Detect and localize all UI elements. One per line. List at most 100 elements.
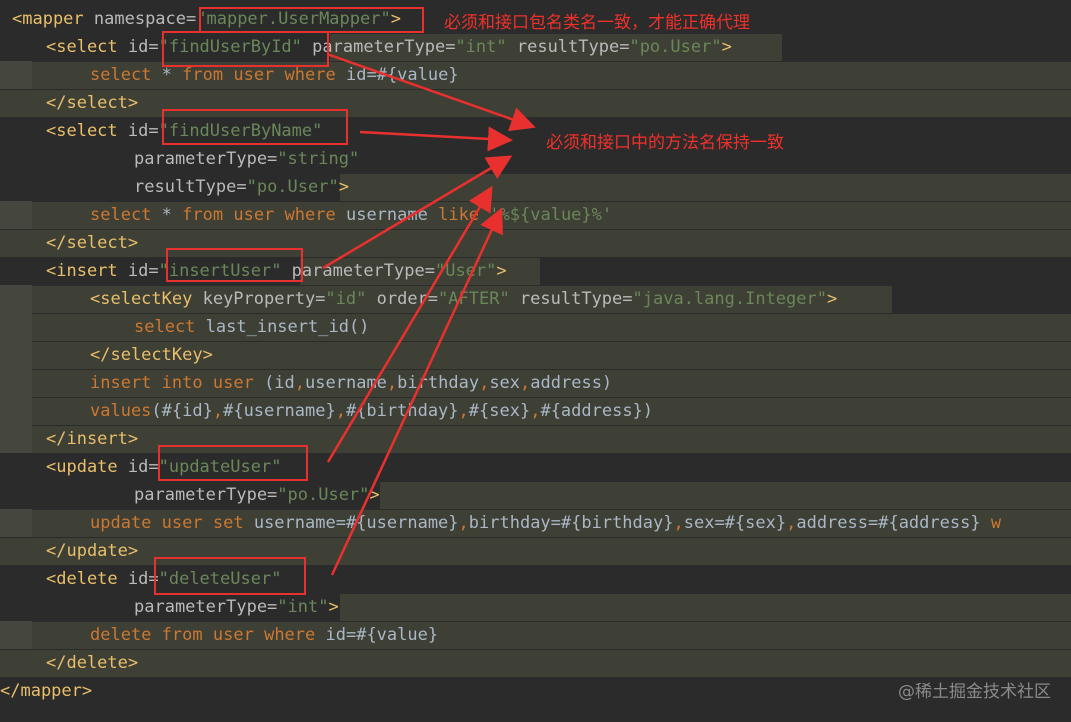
token: "int" bbox=[455, 37, 507, 57]
token: <update bbox=[46, 457, 118, 477]
token: last_insert_id() bbox=[195, 317, 370, 337]
code-line[interactable]: <selectKey keyProperty="id" order="AFTER… bbox=[0, 285, 1071, 313]
code-line[interactable]: <select id="findUserByName" bbox=[0, 117, 1071, 145]
line-highlight bbox=[340, 594, 1071, 621]
method-name-annotation: 必须和接口中的方法名保持一致 bbox=[546, 133, 784, 153]
token: , bbox=[335, 401, 346, 421]
code-line[interactable]: values(#{id},#{username},#{birthday},#{s… bbox=[0, 397, 1071, 425]
indent-guide bbox=[0, 285, 32, 313]
line-highlight bbox=[380, 482, 1071, 509]
token: like bbox=[438, 205, 480, 225]
token: parameterType= bbox=[134, 485, 278, 505]
token: "java.lang.Integer" bbox=[632, 289, 827, 309]
token: from bbox=[182, 205, 224, 225]
code-text: parameterType="int"> bbox=[134, 593, 339, 621]
indent-guide bbox=[0, 509, 32, 537]
token: into bbox=[161, 373, 203, 393]
token: , bbox=[479, 373, 490, 393]
delete-user-box bbox=[154, 557, 306, 595]
token: id= bbox=[117, 457, 159, 477]
line-highlight bbox=[0, 650, 1071, 677]
token: id= bbox=[117, 569, 159, 589]
token: address=#{address} bbox=[796, 513, 981, 533]
token: > bbox=[369, 485, 380, 505]
code-text: select last_insert_id() bbox=[134, 313, 369, 341]
token: user bbox=[233, 65, 275, 85]
indent-guide bbox=[0, 313, 32, 341]
token: keyProperty= bbox=[192, 289, 326, 309]
indent-guide bbox=[0, 341, 32, 369]
token: sex bbox=[489, 373, 521, 393]
code-line[interactable]: update user set username=#{username},bir… bbox=[0, 509, 1071, 537]
code-text: update user set username=#{username},bir… bbox=[90, 509, 1001, 537]
token: "id" bbox=[325, 289, 367, 309]
token: </update> bbox=[46, 541, 139, 561]
code-line[interactable]: </selectKey> bbox=[0, 341, 1071, 369]
token: "po.User" bbox=[246, 177, 339, 197]
token: user bbox=[233, 205, 275, 225]
token: > bbox=[328, 597, 339, 617]
code-line[interactable]: </delete> bbox=[0, 649, 1071, 677]
code-line[interactable]: select * from user where id=#{value} bbox=[0, 61, 1071, 89]
code-text: parameterType="po.User"> bbox=[134, 481, 380, 509]
token: delete bbox=[90, 625, 152, 645]
line-highlight bbox=[0, 90, 1071, 117]
code-line[interactable]: </select> bbox=[0, 229, 1071, 257]
token: #{address}) bbox=[540, 401, 654, 421]
token: #{birthday} bbox=[345, 401, 459, 421]
code-line[interactable]: select * from user where username like '… bbox=[0, 201, 1071, 229]
token: parameterType= bbox=[281, 261, 435, 281]
token: values bbox=[90, 401, 152, 421]
token: #{sex} bbox=[468, 401, 531, 421]
token: </insert> bbox=[46, 429, 139, 449]
find-user-by-name-box bbox=[162, 109, 348, 145]
token: "po.User" bbox=[629, 37, 722, 57]
token: </select> bbox=[46, 93, 139, 113]
token: id= bbox=[117, 37, 159, 57]
token: sex=#{sex} bbox=[683, 513, 787, 533]
token: birthday bbox=[397, 373, 480, 393]
token: "int" bbox=[277, 597, 329, 617]
token: user bbox=[161, 513, 203, 533]
watermark: @稀土掘金技术社区 bbox=[898, 682, 1051, 702]
token: , bbox=[520, 373, 531, 393]
token: , bbox=[386, 373, 398, 393]
code-line[interactable]: <insert id="insertUser" parameterType="U… bbox=[0, 257, 1071, 285]
code-text: </mapper> bbox=[0, 677, 92, 705]
code-text: <selectKey keyProperty="id" order="AFTER… bbox=[90, 285, 837, 313]
code-line[interactable]: <select id="findUserById" parameterType=… bbox=[0, 33, 1071, 61]
token: id= bbox=[117, 261, 159, 281]
code-line[interactable]: </select> bbox=[0, 89, 1071, 117]
token: * bbox=[151, 65, 183, 85]
token: , bbox=[458, 401, 469, 421]
code-line[interactable]: delete from user where id=#{value} bbox=[0, 621, 1071, 649]
code-line[interactable]: insert into user (id,username,birthday,s… bbox=[0, 369, 1071, 397]
token: username bbox=[335, 205, 439, 225]
indent-guide bbox=[0, 369, 32, 397]
token: username bbox=[305, 373, 387, 393]
indent-guide bbox=[0, 621, 32, 649]
indent-guide bbox=[0, 201, 32, 229]
token: </delete> bbox=[46, 653, 139, 673]
code-line[interactable]: parameterType="string" bbox=[0, 145, 1071, 173]
token: user bbox=[212, 373, 254, 393]
token: where bbox=[284, 65, 336, 85]
code-line[interactable]: parameterType="int"> bbox=[0, 593, 1071, 621]
code-editor[interactable]: <mapper namespace="mapper.UserMapper"> <s… bbox=[0, 0, 1071, 722]
token: * bbox=[151, 205, 183, 225]
code-line[interactable]: select last_insert_id() bbox=[0, 313, 1071, 341]
token: resultType= bbox=[506, 37, 630, 57]
code-line[interactable]: resultType="po.User"> bbox=[0, 173, 1071, 201]
token: > bbox=[721, 37, 732, 57]
code-line[interactable]: parameterType="po.User"> bbox=[0, 481, 1071, 509]
token: parameterType= bbox=[134, 597, 278, 617]
code-text: <select id="findUserById" parameterType=… bbox=[46, 33, 732, 61]
code-text: delete from user where id=#{value} bbox=[90, 621, 438, 649]
indent-guide bbox=[0, 61, 32, 89]
token: username=#{username} bbox=[243, 513, 459, 533]
